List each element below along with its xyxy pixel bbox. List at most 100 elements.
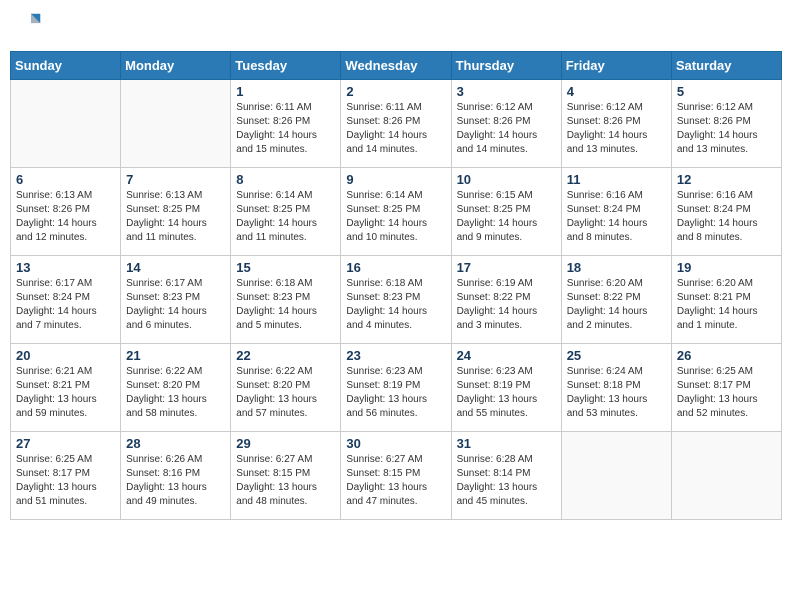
calendar-cell: 21Sunrise: 6:22 AM Sunset: 8:20 PM Dayli… [121,344,231,432]
day-info: Sunrise: 6:13 AM Sunset: 8:25 PM Dayligh… [126,189,225,245]
day-info: Sunrise: 6:16 AM Sunset: 8:24 PM Dayligh… [567,189,666,245]
day-of-week-header: Monday [121,52,231,80]
day-of-week-header: Tuesday [231,52,341,80]
day-number: 1 [236,84,335,99]
calendar-cell: 24Sunrise: 6:23 AM Sunset: 8:19 PM Dayli… [451,344,561,432]
day-info: Sunrise: 6:11 AM Sunset: 8:26 PM Dayligh… [346,101,445,157]
day-number: 5 [677,84,776,99]
calendar-cell: 29 Sunrise: 6:27 AM Sunset: 8:15 PM Dayli… [231,432,341,520]
day-info: Sunrise: 6:17 AM Sunset: 8:23 PM Dayligh… [126,277,225,333]
day-of-week-header: Saturday [671,52,781,80]
day-info: Sunrise: 6:17 AM Sunset: 8:24 PM Dayligh… [16,277,115,333]
day-info: Sunrise: 6:20 AM Sunset: 8:21 PM Dayligh… [677,277,776,333]
day-number: 24 [457,348,556,363]
day-number: 8 [236,172,335,187]
day-number: 29 [236,436,335,451]
calendar-cell: 13 Sunrise: 6:17 AM Sunset: 8:24 PM Dayli… [11,256,121,344]
day-info: Sunrise: 6:25 AM Sunset: 8:17 PM Dayligh… [677,365,776,421]
calendar-cell: 7 Sunrise: 6:13 AM Sunset: 8:25 PM Daylig… [121,168,231,256]
day-of-week-header: Friday [561,52,671,80]
calendar-cell: 15 Sunrise: 6:18 AM Sunset: 8:23 PM Dayli… [231,256,341,344]
calendar-cell: 17 Sunrise: 6:19 AM Sunset: 8:22 PM Dayli… [451,256,561,344]
day-of-week-header: Thursday [451,52,561,80]
calendar-cell: 2 Sunrise: 6:11 AM Sunset: 8:26 PM Daylig… [341,80,451,168]
logo-icon [16,10,44,38]
day-of-week-header: Sunday [11,52,121,80]
calendar-cell: 14Sunrise: 6:17 AM Sunset: 8:23 PM Dayli… [121,256,231,344]
day-info: Sunrise: 6:20 AM Sunset: 8:22 PM Dayligh… [567,277,666,333]
calendar-cell [671,432,781,520]
day-info: Sunrise: 6:12 AM Sunset: 8:26 PM Dayligh… [457,101,556,157]
calendar-cell: 19 Sunrise: 6:20 AM Sunset: 8:21 PM Dayli… [671,256,781,344]
day-number: 12 [677,172,776,187]
calendar-cell: 26 Sunrise: 6:25 AM Sunset: 8:17 PM Dayli… [671,344,781,432]
calendar-cell: 9 Sunrise: 6:14 AM Sunset: 8:25 PM Daylig… [341,168,451,256]
calendar-cell: 6 Sunrise: 6:13 AM Sunset: 8:26 PM Daylig… [11,168,121,256]
day-info: Sunrise: 6:23 AM Sunset: 8:19 PM Dayligh… [346,365,445,421]
day-info: Sunrise: 6:14 AM Sunset: 8:25 PM Dayligh… [346,189,445,245]
day-info: Sunrise: 6:13 AM Sunset: 8:26 PM Dayligh… [16,189,115,245]
day-number: 3 [457,84,556,99]
day-info: Sunrise: 6:25 AM Sunset: 8:17 PM Dayligh… [16,453,115,509]
day-info: Sunrise: 6:26 AM Sunset: 8:16 PM Dayligh… [126,453,225,509]
calendar-cell: 22 Sunrise: 6:22 AM Sunset: 8:20 PM Dayli… [231,344,341,432]
day-number: 13 [16,260,115,275]
day-of-week-header: Wednesday [341,52,451,80]
day-number: 18 [567,260,666,275]
day-info: Sunrise: 6:21 AM Sunset: 8:21 PM Dayligh… [16,365,115,421]
calendar-cell: 28 Sunrise: 6:26 AM Sunset: 8:16 PM Dayli… [121,432,231,520]
day-info: Sunrise: 6:24 AM Sunset: 8:18 PM Dayligh… [567,365,666,421]
calendar-cell: 27 Sunrise: 6:25 AM Sunset: 8:17 PM Dayli… [11,432,121,520]
calendar-cell: 20Sunrise: 6:21 AM Sunset: 8:21 PM Dayli… [11,344,121,432]
day-number: 15 [236,260,335,275]
day-info: Sunrise: 6:22 AM Sunset: 8:20 PM Dayligh… [126,365,225,421]
calendar-cell: 10Sunrise: 6:15 AM Sunset: 8:25 PM Dayli… [451,168,561,256]
day-info: Sunrise: 6:18 AM Sunset: 8:23 PM Dayligh… [346,277,445,333]
day-number: 4 [567,84,666,99]
logo [14,10,46,43]
header [10,10,782,43]
calendar-cell: 12Sunrise: 6:16 AM Sunset: 8:24 PM Dayli… [671,168,781,256]
calendar-cell [561,432,671,520]
day-number: 25 [567,348,666,363]
calendar-table: SundayMondayTuesdayWednesdayThursdayFrid… [10,51,782,520]
day-number: 2 [346,84,445,99]
day-number: 9 [346,172,445,187]
day-info: Sunrise: 6:18 AM Sunset: 8:23 PM Dayligh… [236,277,335,333]
calendar-cell: 18 Sunrise: 6:20 AM Sunset: 8:22 PM Dayli… [561,256,671,344]
day-info: Sunrise: 6:27 AM Sunset: 8:15 PM Dayligh… [236,453,335,509]
day-number: 30 [346,436,445,451]
day-info: Sunrise: 6:28 AM Sunset: 8:14 PM Dayligh… [457,453,556,509]
day-number: 22 [236,348,335,363]
day-number: 26 [677,348,776,363]
day-info: Sunrise: 6:12 AM Sunset: 8:26 PM Dayligh… [567,101,666,157]
calendar-cell: 16 Sunrise: 6:18 AM Sunset: 8:23 PM Dayli… [341,256,451,344]
day-info: Sunrise: 6:12 AM Sunset: 8:26 PM Dayligh… [677,101,776,157]
day-info: Sunrise: 6:19 AM Sunset: 8:22 PM Dayligh… [457,277,556,333]
calendar-cell: 30 Sunrise: 6:27 AM Sunset: 8:15 PM Dayli… [341,432,451,520]
day-number: 7 [126,172,225,187]
calendar-cell: 31 Sunrise: 6:28 AM Sunset: 8:14 PM Dayli… [451,432,561,520]
day-info: Sunrise: 6:14 AM Sunset: 8:25 PM Dayligh… [236,189,335,245]
day-info: Sunrise: 6:22 AM Sunset: 8:20 PM Dayligh… [236,365,335,421]
calendar-cell: 25 Sunrise: 6:24 AM Sunset: 8:18 PM Dayli… [561,344,671,432]
calendar-cell: 23 Sunrise: 6:23 AM Sunset: 8:19 PM Dayli… [341,344,451,432]
day-info: Sunrise: 6:11 AM Sunset: 8:26 PM Dayligh… [236,101,335,157]
calendar-cell [121,80,231,168]
calendar-cell: 5 Sunrise: 6:12 AM Sunset: 8:26 PM Daylig… [671,80,781,168]
day-number: 6 [16,172,115,187]
day-number: 10 [457,172,556,187]
calendar-cell: 3 Sunrise: 6:12 AM Sunset: 8:26 PM Daylig… [451,80,561,168]
calendar-cell [11,80,121,168]
day-number: 17 [457,260,556,275]
day-number: 23 [346,348,445,363]
calendar-cell: 8 Sunrise: 6:14 AM Sunset: 8:25 PM Daylig… [231,168,341,256]
day-info: Sunrise: 6:27 AM Sunset: 8:15 PM Dayligh… [346,453,445,509]
day-number: 31 [457,436,556,451]
day-number: 11 [567,172,666,187]
day-number: 27 [16,436,115,451]
calendar-header-row: SundayMondayTuesdayWednesdayThursdayFrid… [11,52,782,80]
day-number: 19 [677,260,776,275]
day-number: 16 [346,260,445,275]
day-number: 28 [126,436,225,451]
